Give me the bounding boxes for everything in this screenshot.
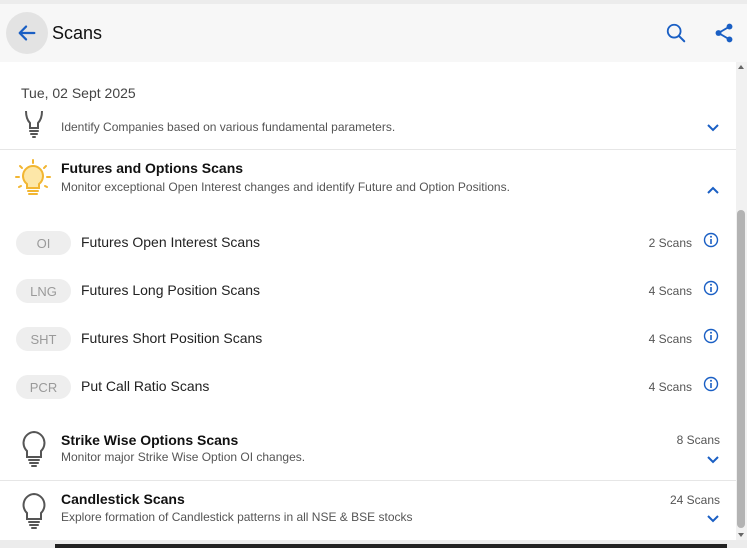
scan-label[interactable]: Put Call Ratio Scans <box>81 378 209 394</box>
share-icon <box>715 23 733 43</box>
bulb-icon <box>14 427 54 471</box>
share-button[interactable] <box>709 18 739 48</box>
info-icon[interactable] <box>703 376 719 392</box>
category-futures-options[interactable]: Futures and Options Scans Monitor except… <box>0 150 736 210</box>
list-item-lng[interactable]: LNG Futures Long Position Scans 4 Scans <box>0 271 736 311</box>
info-icon[interactable] <box>703 232 719 248</box>
bulb-lit-icon <box>13 156 53 200</box>
vertical-scrollbar[interactable] <box>736 62 747 540</box>
bottom-edge <box>55 544 727 548</box>
page-title: Scans <box>52 22 103 43</box>
scroll-thumb[interactable] <box>737 210 745 528</box>
tag-badge: OI <box>16 231 71 255</box>
scan-list: Tue, 02 Sept 2025 Identify Companies bas… <box>0 62 747 540</box>
info-icon[interactable] <box>703 328 719 344</box>
list-item-pcr[interactable]: PCR Put Call Ratio Scans 4 Scans <box>0 367 736 407</box>
category-title: Candlestick Scans <box>61 491 185 507</box>
scan-label[interactable]: Futures Long Position Scans <box>81 282 260 298</box>
date-label: Tue, 02 Sept 2025 <box>21 85 136 101</box>
list-item-oi[interactable]: OI Futures Open Interest Scans 2 Scans <box>0 223 736 263</box>
scroll-up-arrow[interactable] <box>738 65 744 69</box>
category-title: Strike Wise Options Scans <box>61 432 239 448</box>
chevron-down-icon[interactable] <box>703 509 723 529</box>
scan-label[interactable]: Futures Short Position Scans <box>81 330 262 346</box>
category-title: Futures and Options Scans <box>61 160 244 176</box>
arrow-left-icon <box>18 25 36 41</box>
category-fundamental[interactable]: Identify Companies based on various fund… <box>0 102 736 150</box>
info-icon[interactable] <box>703 280 719 296</box>
scan-count: 4 Scans <box>648 332 692 346</box>
scroll-down-arrow[interactable] <box>738 533 744 537</box>
list-item-sht[interactable]: SHT Futures Short Position Scans 4 Scans <box>0 319 736 359</box>
bulb-icon <box>14 102 54 146</box>
scan-count: 24 Scans <box>669 493 720 507</box>
scan-count: 4 Scans <box>648 284 692 298</box>
tag-badge: PCR <box>16 375 71 399</box>
scan-label[interactable]: Futures Open Interest Scans <box>81 234 260 250</box>
app-header: Scans <box>0 4 747 62</box>
category-candlestick[interactable]: Candlestick Scans Explore formation of C… <box>0 481 736 540</box>
back-button[interactable] <box>6 12 48 54</box>
chevron-down-icon[interactable] <box>703 450 723 470</box>
chevron-down-icon[interactable] <box>703 118 723 138</box>
category-strike-wise-options[interactable]: Strike Wise Options Scans Monitor major … <box>0 420 736 480</box>
category-description: Explore formation of Candlestick pattern… <box>61 510 413 524</box>
category-description: Identify Companies based on various fund… <box>61 120 396 134</box>
scan-count: 8 Scans <box>676 433 720 447</box>
app-window: Scans Tue, 02 Sept 2025 Identify Compani… <box>0 4 747 540</box>
category-description: Monitor exceptional Open Interest change… <box>61 180 510 194</box>
search-icon <box>666 23 686 43</box>
tag-badge: LNG <box>16 279 71 303</box>
chevron-up-icon[interactable] <box>703 180 723 200</box>
category-description: Monitor major Strike Wise Option OI chan… <box>61 450 306 464</box>
scan-count: 2 Scans <box>648 236 692 250</box>
search-button[interactable] <box>661 18 691 48</box>
scan-count: 4 Scans <box>648 380 692 394</box>
bulb-icon <box>14 489 54 533</box>
tag-badge: SHT <box>16 327 71 351</box>
